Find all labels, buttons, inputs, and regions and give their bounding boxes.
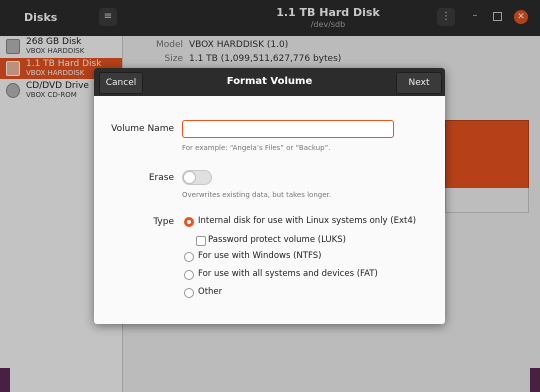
radio-fat-indicator[interactable] <box>184 270 194 280</box>
password-protect-checkbox[interactable] <box>196 236 206 246</box>
volume-name-hint: For example: “Angela’s Files” or “Backup… <box>182 144 331 152</box>
radio-ext4-label: Internal disk for use with Linux systems… <box>198 216 417 226</box>
dialog-header: Cancel Format Volume Next <box>94 68 445 96</box>
erase-label: Erase <box>148 173 174 183</box>
volume-name-label: Volume Name <box>111 124 174 134</box>
type-label: Type <box>153 217 174 227</box>
radio-ext4-indicator[interactable] <box>184 217 194 227</box>
format-volume-dialog: Cancel Format Volume Next Volume Name Fo… <box>94 68 445 324</box>
erase-toggle[interactable] <box>182 170 212 185</box>
dialog-title: Format Volume <box>226 76 313 87</box>
next-button[interactable]: Next <box>396 72 442 94</box>
radio-other-indicator[interactable] <box>184 288 194 298</box>
erase-hint: Overwrites existing data, but takes long… <box>182 191 331 199</box>
radio-other-label: Other <box>198 287 223 297</box>
radio-ntfs-indicator[interactable] <box>184 252 194 262</box>
volume-name-input[interactable] <box>182 120 394 138</box>
radio-ntfs-label: For use with Windows (NTFS) <box>198 251 322 261</box>
toggle-knob <box>183 171 196 184</box>
password-protect-label: Password protect volume (LUKS) <box>208 235 346 245</box>
radio-fat-label: For use with all systems and devices (FA… <box>198 269 378 279</box>
